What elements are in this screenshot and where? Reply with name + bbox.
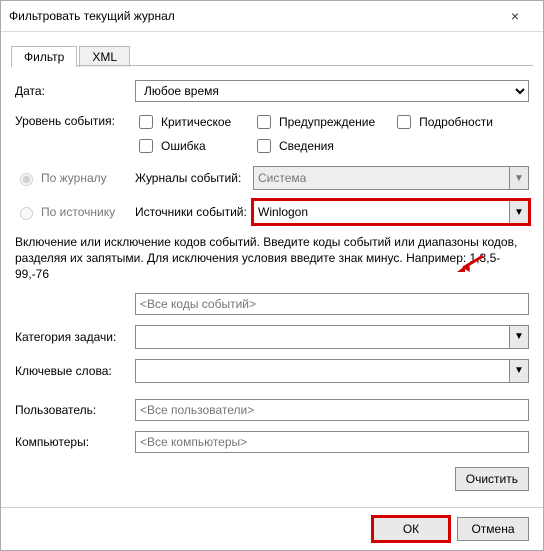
event-codes-input[interactable] — [135, 293, 529, 315]
clear-button[interactable]: Очистить — [455, 467, 529, 491]
journals-value: Система — [258, 171, 306, 185]
row-level: Уровень события: Критическое Предупрежде… — [15, 112, 529, 156]
row-user: Пользователь: — [15, 399, 529, 421]
row-source: По источнику Источники событий: Winlogon… — [15, 200, 529, 224]
filter-panel: Дата: Любое время Уровень события: Крити… — [1, 66, 543, 491]
computers-input[interactable] — [135, 431, 529, 453]
close-icon[interactable]: × — [495, 8, 535, 24]
label-date: Дата: — [15, 84, 135, 98]
chevron-down-icon[interactable]: ▼ — [509, 360, 528, 382]
label-sources: Источники событий: — [135, 205, 253, 219]
label-computers: Компьютеры: — [15, 435, 135, 449]
date-select[interactable]: Любое время — [135, 80, 529, 102]
radio-by-journal[interactable]: По журналу — [15, 170, 135, 186]
row-category: Категория задачи: ▼ — [15, 325, 529, 349]
clear-button-row: Очистить — [15, 463, 529, 491]
label-category: Категория задачи: — [15, 330, 135, 344]
tab-filter[interactable]: Фильтр — [11, 46, 77, 67]
level-checks: Критическое Предупреждение Подробности О… — [135, 112, 529, 156]
user-input[interactable] — [135, 399, 529, 421]
label-journals: Журналы событий: — [135, 171, 253, 185]
row-journal: По журналу Журналы событий: Система ▼ — [15, 166, 529, 190]
sources-value: Winlogon — [258, 205, 308, 219]
cancel-button[interactable]: Отмена — [457, 517, 529, 541]
tab-xml[interactable]: XML — [79, 46, 130, 67]
chk-error[interactable]: Ошибка — [135, 136, 235, 156]
label-keywords: Ключевые слова: — [15, 364, 135, 378]
label-user: Пользователь: — [15, 403, 135, 417]
row-date: Дата: Любое время — [15, 80, 529, 102]
journals-select: Система ▼ — [253, 166, 529, 190]
row-computers: Компьютеры: — [15, 431, 529, 453]
chk-info[interactable]: Сведения — [253, 136, 353, 156]
keywords-select[interactable]: ▼ — [135, 359, 529, 383]
radio-by-source[interactable]: По источнику — [15, 204, 135, 220]
chk-warning[interactable]: Предупреждение — [253, 112, 375, 132]
label-level: Уровень события: — [15, 112, 135, 128]
dialog-buttons: ОК Отмена — [1, 507, 543, 550]
codes-description: Включение или исключение кодов событий. … — [15, 234, 529, 283]
chk-verbose[interactable]: Подробности — [393, 112, 493, 132]
chevron-down-icon: ▼ — [509, 167, 528, 189]
chk-critical[interactable]: Критическое — [135, 112, 235, 132]
titlebar: Фильтровать текущий журнал × — [1, 1, 543, 32]
ok-button[interactable]: ОК — [373, 517, 449, 541]
row-keywords: Ключевые слова: ▼ — [15, 359, 529, 383]
tab-strip: Фильтр XML — [1, 32, 543, 66]
content-area: Фильтр XML Дата: Любое время Уровень соб… — [1, 32, 543, 550]
dialog-window: Фильтровать текущий журнал × Фильтр XML … — [0, 0, 544, 551]
window-title: Фильтровать текущий журнал — [9, 9, 495, 23]
sources-select[interactable]: Winlogon ▼ — [253, 200, 529, 224]
category-select[interactable]: ▼ — [135, 325, 529, 349]
chevron-down-icon[interactable]: ▼ — [509, 326, 528, 348]
row-codes — [15, 293, 529, 315]
chevron-down-icon[interactable]: ▼ — [509, 201, 528, 223]
